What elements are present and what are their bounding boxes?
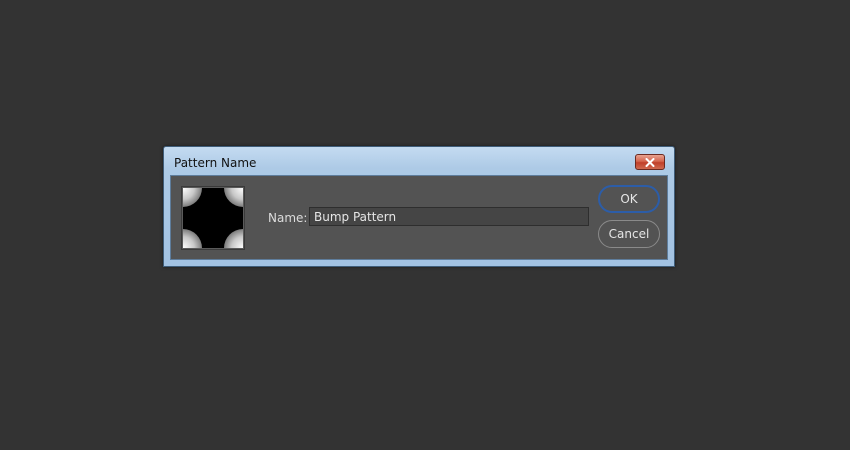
cancel-button[interactable]: Cancel <box>598 220 660 248</box>
close-button[interactable] <box>635 154 665 170</box>
dialog-body: Name: OK Cancel <box>170 175 668 260</box>
pattern-name-dialog: Pattern Name Name: Bump Pattern OK Cance… <box>163 146 675 267</box>
ok-button[interactable]: OK <box>598 185 660 213</box>
pattern-name-input[interactable] <box>309 207 589 226</box>
name-label: Name: <box>268 211 308 225</box>
dialog-titlebar[interactable]: Pattern Name <box>164 147 674 175</box>
dialog-title: Pattern Name <box>174 156 257 170</box>
close-icon <box>645 157 655 167</box>
pattern-preview <box>181 186 245 250</box>
